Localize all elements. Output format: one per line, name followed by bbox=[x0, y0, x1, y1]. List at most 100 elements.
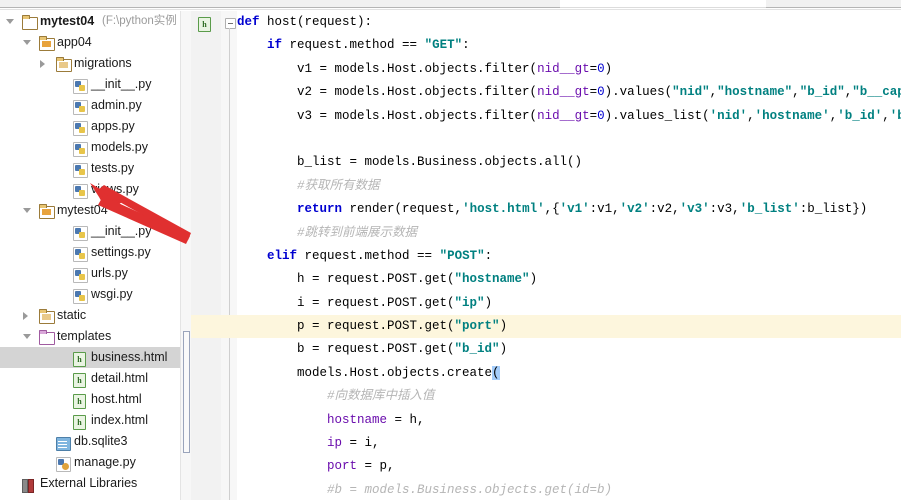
tree-item[interactable]: tests.py bbox=[0, 158, 180, 179]
code-line[interactable]: v1 = models.Host.objects.filter(nid__gt=… bbox=[237, 58, 901, 81]
chevron-down-icon[interactable] bbox=[23, 208, 31, 213]
tree-item[interactable]: apps.py bbox=[0, 116, 180, 137]
token-plain: request.method == bbox=[304, 248, 440, 263]
token-plain: models.Host.objects.create bbox=[237, 365, 493, 380]
token-plain: v2 = models.Host.objects.filter( bbox=[237, 85, 538, 100]
toolbar-segment[interactable] bbox=[118, 0, 235, 8]
toolbar-segment[interactable] bbox=[766, 0, 885, 8]
project-tree-panel[interactable]: mytest04 (F:\python实例 app04 migrations __ini… bbox=[0, 11, 180, 500]
token-plain: v1 = models.Host.objects.filter( bbox=[237, 61, 538, 76]
token-plain: :b_list}) bbox=[799, 202, 868, 217]
token-plain: , bbox=[882, 108, 890, 123]
token-cmt: #向数据库中插入值 bbox=[237, 389, 435, 404]
code-line[interactable]: #跳转到前端展示数据 bbox=[237, 222, 901, 245]
token-plain: ).values( bbox=[604, 85, 673, 100]
code-line[interactable]: #获取所有数据 bbox=[237, 175, 901, 198]
code-line[interactable]: def host(request): bbox=[237, 11, 901, 34]
tree-item[interactable]: models.py bbox=[0, 137, 180, 158]
code-editor[interactable]: h def host(request): if request.method =… bbox=[191, 11, 901, 500]
fold-marker-icon[interactable] bbox=[225, 18, 236, 29]
tree-item[interactable]: __init__.py bbox=[0, 221, 180, 242]
token-plain: , bbox=[792, 85, 800, 100]
code-line[interactable]: if request.method == "GET": bbox=[237, 34, 901, 57]
tree-item[interactable]: admin.py bbox=[0, 95, 180, 116]
folder-tan-icon bbox=[56, 57, 72, 72]
tree-item[interactable]: db.sqlite3 bbox=[0, 431, 180, 452]
toolbar-segment[interactable] bbox=[566, 0, 767, 8]
token-plain: host(request): bbox=[267, 15, 373, 29]
tree-item[interactable]: views.py bbox=[0, 179, 180, 200]
token-plain: ) bbox=[499, 319, 508, 334]
token-plain: render(request, bbox=[349, 202, 463, 217]
tree-item[interactable]: manage.py bbox=[0, 452, 180, 473]
token-plain: b_list = models.Business.objects.all() bbox=[237, 155, 583, 170]
tree-item-path: (F:\python实例 bbox=[102, 15, 177, 27]
code-line[interactable]: v3 = models.Host.objects.filter(nid__gt=… bbox=[237, 105, 901, 128]
tree-item-label: migrations bbox=[74, 56, 132, 70]
code-line[interactable]: v2 = models.Host.objects.filter(nid__gt=… bbox=[237, 81, 901, 104]
chevron-down-icon[interactable] bbox=[23, 334, 31, 339]
code-line[interactable]: i = request.POST.get("ip") bbox=[237, 292, 901, 315]
folder-plain-icon bbox=[22, 15, 38, 30]
code-line[interactable]: b = request.POST.get("b_id") bbox=[237, 338, 901, 361]
tree-item-selected[interactable]: h business.html bbox=[0, 347, 180, 368]
toolbar-segment[interactable] bbox=[884, 0, 901, 8]
tree-item[interactable]: __init__.py bbox=[0, 74, 180, 95]
code-line[interactable]: return render(request,'host.html',{'v1':… bbox=[237, 198, 901, 221]
toolbar-segment[interactable] bbox=[286, 0, 353, 8]
editor-fold-column[interactable] bbox=[221, 11, 237, 500]
tree-item[interactable]: mytest04 bbox=[0, 200, 180, 221]
tree-item-label: mytest04 bbox=[40, 14, 95, 28]
tree-item[interactable]: app04 bbox=[0, 32, 180, 53]
tree-item[interactable]: migrations bbox=[0, 53, 180, 74]
toolbar-segment[interactable] bbox=[0, 0, 119, 8]
code-line[interactable]: h = request.POST.get("hostname") bbox=[237, 268, 901, 291]
tree-scrollbar-thumb[interactable] bbox=[183, 331, 190, 453]
tree-item[interactable]: h index.html bbox=[0, 410, 180, 431]
toolbar-segment[interactable] bbox=[234, 0, 287, 8]
token-plain: h = request.POST.get( bbox=[237, 272, 455, 287]
html-file-icon: h bbox=[198, 17, 211, 32]
code-line[interactable]: #向数据库中插入值 bbox=[237, 385, 901, 408]
chevron-right-icon[interactable] bbox=[40, 60, 45, 68]
tree-item[interactable]: static bbox=[0, 305, 180, 326]
tree-item-label: db.sqlite3 bbox=[74, 434, 128, 448]
python-file-icon bbox=[73, 99, 88, 115]
code-line[interactable]: b_list = models.Business.objects.all() bbox=[237, 151, 901, 174]
editor-gutter[interactable]: h bbox=[191, 11, 222, 500]
tree-item-label: mytest04 bbox=[57, 203, 108, 217]
code-line[interactable]: p = request.POST.get("port") bbox=[191, 315, 901, 339]
tree-item[interactable]: settings.py bbox=[0, 242, 180, 263]
toolbar-segment[interactable] bbox=[480, 0, 561, 8]
code-line[interactable]: ip = i, bbox=[237, 432, 901, 455]
code-line[interactable]: port = p, bbox=[237, 455, 901, 478]
token-str: 'b_list' bbox=[739, 202, 800, 217]
tree-item[interactable]: urls.py bbox=[0, 263, 180, 284]
code-line[interactable] bbox=[237, 128, 901, 151]
tree-item-label: tests.py bbox=[91, 161, 135, 175]
token-cmt: #获取所有数据 bbox=[237, 178, 380, 193]
tree-item-label: index.html bbox=[91, 413, 148, 427]
token-str: "hostname" bbox=[717, 85, 793, 100]
chevron-down-icon[interactable] bbox=[23, 40, 31, 45]
tree-item[interactable]: wsgi.py bbox=[0, 284, 180, 305]
code-line[interactable]: models.Host.objects.create( bbox=[237, 362, 901, 385]
code-content[interactable]: def host(request): if request.method == … bbox=[191, 11, 901, 500]
tree-item[interactable]: h detail.html bbox=[0, 368, 180, 389]
folder-purple-icon bbox=[39, 330, 55, 345]
code-line[interactable]: elif request.method == "POST": bbox=[237, 245, 901, 268]
tree-item[interactable]: templates bbox=[0, 326, 180, 347]
chevron-right-icon[interactable] bbox=[23, 312, 28, 320]
tree-item-label: wsgi.py bbox=[91, 287, 133, 301]
token-plain: = p, bbox=[357, 459, 395, 474]
python-file-icon bbox=[73, 183, 88, 199]
code-line[interactable]: hostname = h, bbox=[237, 409, 901, 432]
toolbar-segment[interactable] bbox=[352, 0, 481, 8]
tree-item[interactable]: mytest04 (F:\python实例 bbox=[0, 11, 180, 32]
folder-tan-icon bbox=[39, 309, 55, 324]
chevron-down-icon[interactable] bbox=[6, 19, 14, 24]
tree-item[interactable]: h host.html bbox=[0, 389, 180, 410]
tree-item[interactable]: External Libraries bbox=[0, 473, 180, 494]
code-line[interactable]: #b = models.Business.objects.get(id=b) bbox=[237, 479, 901, 500]
